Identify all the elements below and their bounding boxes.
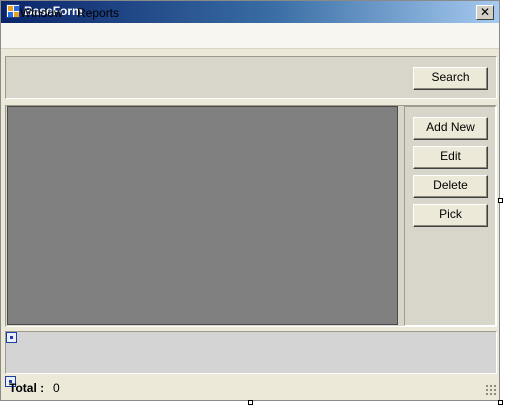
menu-bar <box>1 23 499 49</box>
resize-handle-corner[interactable] <box>498 400 503 405</box>
resize-handle-right[interactable] <box>498 198 503 203</box>
pick-button[interactable]: Pick <box>413 204 488 227</box>
data-grid[interactable] <box>7 106 398 325</box>
status-bar <box>1 377 499 400</box>
close-icon[interactable]: ✕ <box>476 5 494 20</box>
add-new-button[interactable]: Add New <box>413 117 488 140</box>
search-button[interactable]: Search <box>413 67 488 90</box>
application-icon[interactable] <box>6 4 20 18</box>
delete-button[interactable]: Delete <box>413 175 488 198</box>
total-label: Total : <box>9 381 45 395</box>
status-panel <box>5 331 497 374</box>
component-icon[interactable] <box>6 332 17 343</box>
menu-reports[interactable]: Reports <box>77 6 119 20</box>
menu-window[interactable]: Window <box>20 6 63 20</box>
edit-button[interactable]: Edit <box>413 146 488 169</box>
total-value: 0 <box>53 381 60 395</box>
resize-grip-icon[interactable] <box>485 384 496 395</box>
resize-handle-bottom[interactable] <box>248 400 253 405</box>
